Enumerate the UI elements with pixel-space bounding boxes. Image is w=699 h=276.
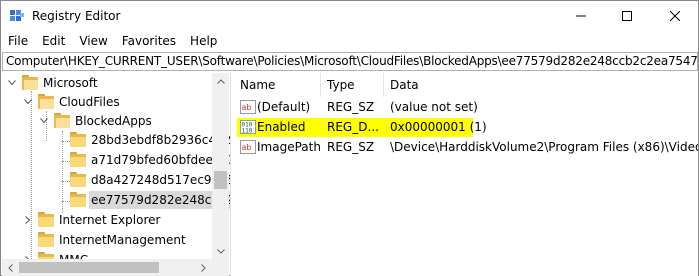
minimize-button[interactable] <box>558 1 604 31</box>
value-row-imagepath[interactable]: ab ImagePath REG_SZ \Device\HarddiskVolu… <box>234 137 698 157</box>
value-row-default[interactable]: ab (Default) REG_SZ (value not set) <box>234 97 698 117</box>
tree-node-subkey-selected[interactable]: ee77579d282e248ccb2c <box>70 190 230 210</box>
tree-node-label: CloudFiles <box>59 95 120 109</box>
folder-open-icon <box>54 112 70 128</box>
folder-icon <box>38 231 54 247</box>
chevron-up-icon <box>216 78 225 84</box>
scroll-thumb[interactable] <box>214 171 227 189</box>
tree-node-subkey[interactable]: d8a427248d517ec96358 <box>70 170 230 190</box>
value-type: REG_SZ <box>327 100 375 114</box>
tree-node-internet-explorer[interactable]: Internet Explorer <box>22 210 162 230</box>
title-bar[interactable]: Registry Editor <box>1 1 698 31</box>
tree-node-label: 28bd3ebdf8b2936c4328 <box>91 133 230 147</box>
tree-horizontal-scrollbar[interactable] <box>2 259 212 276</box>
menu-file[interactable]: File <box>1 31 35 51</box>
dword-value-icon: 010 110 <box>240 120 256 135</box>
column-header-type[interactable]: Type <box>321 73 384 97</box>
registry-editor-window: Registry Editor File Edit View Favorites… <box>0 0 699 276</box>
tree-connector <box>62 181 70 182</box>
value-name: Enabled <box>257 120 306 134</box>
tree-vertical-scrollbar[interactable] <box>212 73 229 259</box>
chevron-down-icon[interactable] <box>38 115 50 127</box>
value-type: REG_D... <box>327 120 379 134</box>
svg-text:ab: ab <box>242 103 252 112</box>
svg-text:ab: ab <box>242 143 252 152</box>
scroll-thumb[interactable] <box>19 262 159 273</box>
chevron-right-icon[interactable] <box>22 214 34 226</box>
tree-node-blockedapps[interactable]: BlockedApps <box>38 111 154 131</box>
folder-icon <box>70 151 86 167</box>
tree-connector <box>62 201 70 202</box>
folder-open-icon <box>38 93 54 109</box>
column-header-name[interactable]: Name <box>234 73 321 97</box>
folder-icon <box>70 131 86 147</box>
folder-icon <box>70 191 86 207</box>
folder-icon <box>70 171 86 187</box>
tree-node-label: InternetManagement <box>59 233 186 247</box>
value-row-enabled[interactable]: 010 110 Enabled REG_D... 0x00000001 (1) <box>234 117 698 137</box>
close-icon <box>670 11 680 21</box>
menu-favorites[interactable]: Favorites <box>115 31 183 51</box>
svg-text:110: 110 <box>242 128 253 135</box>
chevron-down-icon[interactable] <box>22 96 34 108</box>
registry-editor-icon <box>10 10 24 21</box>
tree-node-subkey[interactable]: a71d79bfed60bfdee0a3 <box>70 150 230 170</box>
value-name: ImagePath <box>257 140 321 154</box>
menu-view[interactable]: View <box>72 31 114 51</box>
tree-node-internetmanagement[interactable]: InternetManagement <box>38 230 188 250</box>
tree-node-label: d8a427248d517ec96358 <box>91 173 230 187</box>
string-value-icon: ab <box>240 140 256 154</box>
column-header-data[interactable]: Data <box>384 73 698 97</box>
value-data: 0x00000001 (1) <box>390 120 487 134</box>
chevron-down-icon <box>216 248 225 254</box>
scroll-left-arrow[interactable] <box>2 259 19 276</box>
minimize-icon <box>576 15 586 17</box>
tree-node-label: Internet Explorer <box>59 213 161 227</box>
tree-node-label: a71d79bfed60bfdee0a3 <box>91 153 230 167</box>
scroll-down-arrow[interactable] <box>212 243 229 259</box>
menu-bar: File Edit View Favorites Help <box>1 31 698 51</box>
maximize-button[interactable] <box>604 1 650 31</box>
key-tree-pane[interactable]: Microsoft CloudFiles BlockedApps 28bd3eb… <box>2 73 230 275</box>
value-data: \Device\HarddiskVolume2\Program Files (x… <box>390 140 698 154</box>
chevron-right-icon <box>201 263 206 272</box>
close-button[interactable] <box>652 1 698 31</box>
tree-node-subkey[interactable]: 28bd3ebdf8b2936c4328 <box>70 130 230 150</box>
tree-node-label: ee77579d282e248ccb2c <box>89 191 230 209</box>
address-path[interactable]: Computer\HKEY_CURRENT_USER\Software\Poli… <box>6 54 697 69</box>
scroll-right-arrow[interactable] <box>195 259 212 276</box>
tree-connector <box>62 141 70 142</box>
tree-node-label: BlockedApps <box>75 114 152 128</box>
value-type: REG_SZ <box>327 140 375 154</box>
tree-node-cloudfiles[interactable]: CloudFiles <box>22 92 122 112</box>
value-data: (value not set) <box>390 100 478 114</box>
scroll-up-arrow[interactable] <box>212 73 229 89</box>
window-title: Registry Editor <box>32 9 121 23</box>
address-bar[interactable]: Computer\HKEY_CURRENT_USER\Software\Poli… <box>2 52 698 71</box>
tree-connector <box>31 91 32 271</box>
chevron-left-icon <box>8 263 13 272</box>
folder-open-icon <box>22 74 38 90</box>
maximize-icon <box>622 11 632 21</box>
tree-node-label: Microsoft <box>43 76 98 90</box>
values-list-pane[interactable]: Name Type Data ab (Default) REG_SZ (valu… <box>234 73 698 276</box>
menu-help[interactable]: Help <box>183 31 224 51</box>
folder-icon <box>38 211 54 227</box>
scrollbar-corner <box>212 259 229 276</box>
string-value-icon: ab <box>240 100 256 114</box>
tree-node-microsoft[interactable]: Microsoft <box>6 73 100 93</box>
tree-connector <box>62 161 70 162</box>
menu-edit[interactable]: Edit <box>35 31 72 51</box>
value-name: (Default) <box>257 100 311 114</box>
chevron-down-icon[interactable] <box>6 77 18 89</box>
